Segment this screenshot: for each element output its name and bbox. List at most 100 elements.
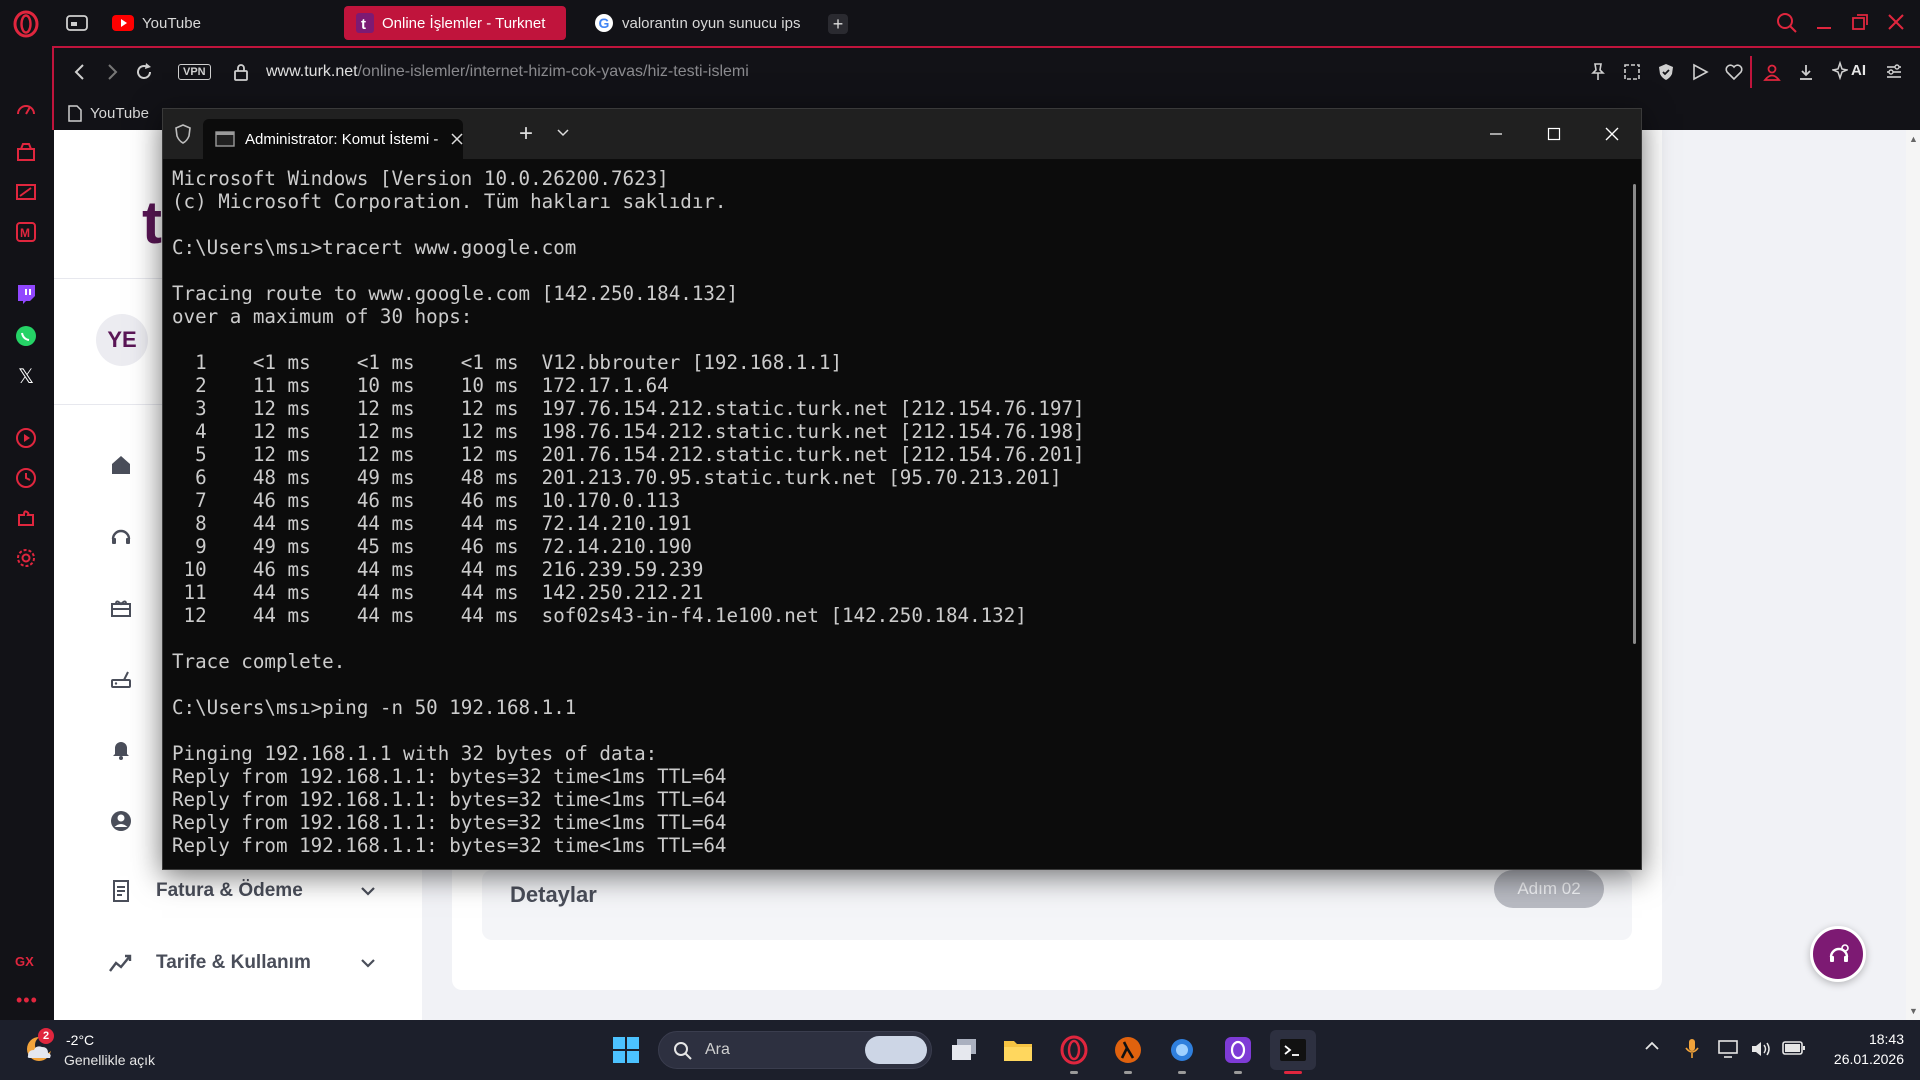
- terminal-minimize-icon[interactable]: [1489, 127, 1503, 141]
- terminal-line: Microsoft Windows [Version 10.0.26200.76…: [172, 167, 669, 190]
- new-terminal-tab-plus-icon[interactable]: +: [519, 122, 533, 146]
- page-scrollbar[interactable]: ▲ ▼: [1906, 130, 1920, 1020]
- show-hidden-icons-chevron-icon[interactable]: [1644, 1040, 1660, 1052]
- details-panel[interactable]: Detaylar Adım 02: [482, 870, 1632, 940]
- tab-bar-sidebar-toggle-icon[interactable]: [66, 14, 88, 32]
- terminal-close-icon[interactable]: [1605, 127, 1619, 141]
- extensions-icon[interactable]: [14, 506, 38, 530]
- back-icon[interactable]: [70, 62, 90, 82]
- terminal-maximize-icon[interactable]: [1547, 127, 1561, 141]
- nav-modem[interactable]: [106, 664, 156, 694]
- gx-label[interactable]: GX: [15, 954, 34, 969]
- search-icon[interactable]: [1776, 12, 1798, 34]
- google-icon: G: [594, 13, 614, 33]
- restore-icon[interactable]: [1850, 12, 1870, 32]
- terminal-window[interactable]: Administrator: Komut İstemi - + Microsof…: [162, 108, 1642, 870]
- reload-icon[interactable]: [134, 62, 154, 82]
- opera-logo-icon[interactable]: [12, 10, 40, 38]
- opera-ai-app-icon[interactable]: [1218, 1030, 1258, 1074]
- terminal-taskbar-icon[interactable]: [1270, 1030, 1316, 1074]
- nav-billing[interactable]: Fatura & Ödeme: [106, 876, 376, 906]
- twitch-icon[interactable]: [14, 282, 38, 306]
- history-icon[interactable]: [14, 466, 38, 490]
- pin-icon[interactable]: [1588, 62, 1608, 82]
- cmd-icon: [215, 131, 235, 147]
- youtube-icon: [112, 15, 134, 31]
- player-icon[interactable]: [14, 426, 38, 450]
- terminal-line: Reply from 192.168.1.1: bytes=32 time<1m…: [172, 811, 727, 834]
- lock-icon[interactable]: [232, 62, 250, 82]
- ai-button[interactable]: AI: [1832, 60, 1866, 80]
- news-icon[interactable]: [14, 180, 38, 204]
- tab-dropdown-chevron-icon[interactable]: [557, 129, 569, 137]
- easy-setup-icon[interactable]: [1884, 62, 1904, 82]
- more-dots-icon[interactable]: •••: [16, 990, 38, 1011]
- tab-google-search[interactable]: G valorantın oyun sunucu ips: [582, 6, 818, 40]
- terminal-line: 3 12 ms 12 ms 12 ms 197.76.154.212.stati…: [172, 397, 1085, 420]
- nav-notifications[interactable]: [106, 734, 156, 764]
- nav-account[interactable]: [106, 806, 156, 836]
- speed-dial-icon[interactable]: [14, 98, 38, 122]
- terminal-line: 11 44 ms 44 ms 44 ms 142.250.212.21: [172, 581, 704, 604]
- new-tab-plus-icon[interactable]: +: [828, 14, 848, 34]
- terminal-console-output[interactable]: Microsoft Windows [Version 10.0.26200.76…: [172, 167, 1612, 867]
- forward-icon[interactable]: [102, 62, 122, 82]
- nav-support[interactable]: [106, 522, 156, 552]
- terminal-line: 7 46 ms 46 ms 46 ms 10.170.0.113: [172, 489, 681, 512]
- avatar[interactable]: YE: [96, 314, 148, 366]
- profile-icon[interactable]: [1762, 62, 1782, 82]
- microphone-icon[interactable]: [1684, 1038, 1700, 1060]
- weather-temp[interactable]: -2°C: [66, 1032, 94, 1048]
- start-windows-icon[interactable]: [606, 1030, 646, 1070]
- battery-icon[interactable]: [1782, 1040, 1806, 1056]
- x-twitter-icon[interactable]: 𝕏: [14, 364, 38, 388]
- whatsapp-icon[interactable]: [14, 324, 38, 348]
- nav-campaigns[interactable]: [106, 592, 156, 622]
- volume-icon[interactable]: [1750, 1040, 1772, 1058]
- scroll-up-icon[interactable]: ▲: [1909, 134, 1918, 144]
- terminal-titlebar[interactable]: Administrator: Komut İstemi - +: [163, 109, 1641, 159]
- tab-youtube[interactable]: YouTube: [100, 6, 340, 40]
- send-icon[interactable]: [1690, 62, 1710, 82]
- ring-app-icon[interactable]: [1162, 1030, 1202, 1074]
- support-fab-button[interactable]: [1810, 926, 1866, 982]
- terminal-line: 10 46 ms 44 ms 44 ms 216.239.59.239: [172, 558, 704, 581]
- lambda-app-icon[interactable]: [1108, 1030, 1148, 1074]
- task-view-icon[interactable]: [944, 1030, 984, 1070]
- download-icon[interactable]: [1796, 62, 1816, 82]
- url-text[interactable]: www.turk.net/online-islemler/internet-hi…: [266, 63, 749, 81]
- vpn-badge[interactable]: VPN: [178, 64, 211, 80]
- tab-turknet[interactable]: t Online İşlemler - Turknet: [344, 6, 566, 40]
- nav-home[interactable]: [106, 450, 156, 480]
- taskbar-search[interactable]: Ara: [658, 1031, 932, 1069]
- search-placeholder: Ara: [705, 1041, 730, 1058]
- clock-time[interactable]: 18:43: [1824, 1031, 1904, 1047]
- file-explorer-icon[interactable]: [998, 1030, 1038, 1070]
- gx-corner-icon[interactable]: [14, 140, 38, 164]
- settings-gear-icon[interactable]: [14, 546, 38, 570]
- close-icon[interactable]: [1886, 12, 1906, 32]
- weather-badge: 2: [38, 1028, 54, 1044]
- terminal-scrollbar[interactable]: [1633, 184, 1636, 644]
- svg-text:M: M: [20, 226, 30, 240]
- turknet-logo[interactable]: t: [142, 188, 162, 257]
- turknet-icon: t: [356, 13, 374, 33]
- heart-icon[interactable]: [1724, 62, 1744, 82]
- network-icon[interactable]: [1718, 1040, 1740, 1058]
- weather-desc[interactable]: Genellikle açık: [64, 1052, 155, 1068]
- terminal-line: 8 44 ms 44 ms 44 ms 72.14.210.191: [172, 512, 692, 535]
- opera-gx-taskbar-icon[interactable]: [1054, 1030, 1094, 1074]
- chevron-down-icon: [360, 886, 376, 896]
- nav-tariff[interactable]: Tarife & Kullanım: [106, 948, 376, 978]
- snapshot-icon[interactable]: [1622, 62, 1642, 82]
- terminal-tab[interactable]: Administrator: Komut İstemi -: [203, 119, 463, 159]
- minimize-icon[interactable]: [1814, 12, 1834, 32]
- tab-close-icon[interactable]: [451, 133, 463, 145]
- shield-icon[interactable]: [1656, 62, 1676, 82]
- bookmark-youtube[interactable]: YouTube: [68, 105, 149, 122]
- messenger-m-icon[interactable]: M: [14, 220, 38, 244]
- clock-date[interactable]: 26.01.2026: [1804, 1051, 1904, 1067]
- scroll-down-icon[interactable]: ▼: [1909, 1006, 1918, 1016]
